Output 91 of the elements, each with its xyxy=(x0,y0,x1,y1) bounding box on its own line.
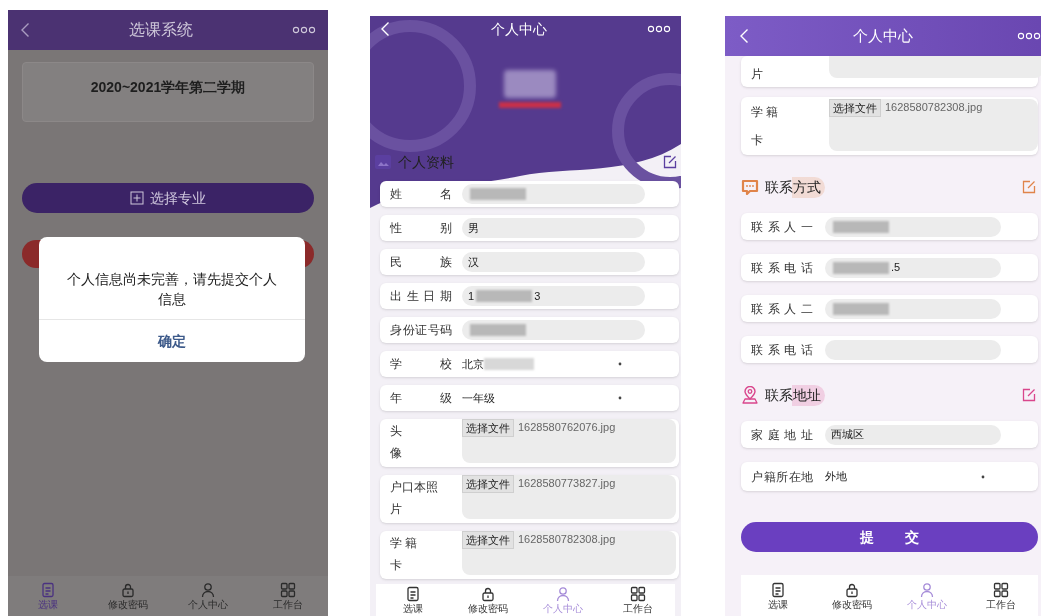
edit-icon[interactable] xyxy=(1022,388,1036,402)
blurred-avatar xyxy=(503,70,556,98)
document-icon xyxy=(405,586,422,602)
confirm-button[interactable]: 确定 xyxy=(39,319,305,362)
term-title: 2020~2021学年第二学期 xyxy=(90,78,246,97)
grid-icon xyxy=(992,581,1009,598)
section-title: 个人资料 xyxy=(398,152,455,172)
section-title: 联系方式 xyxy=(765,176,825,198)
nav-tab[interactable]: 修改密码 xyxy=(450,584,526,616)
dropdown-icon[interactable] xyxy=(981,474,985,479)
file-name: 1628580782308.jpg xyxy=(885,100,983,115)
dropdown-icon[interactable] xyxy=(618,362,622,366)
document-icon xyxy=(40,582,56,598)
field-label: 联系电话 xyxy=(751,341,813,359)
file-field[interactable]: 选择文件 1628580782308.jpg xyxy=(462,531,676,575)
choose-major-button[interactable]: 选择专业 xyxy=(22,183,314,213)
file-name: 1628580782308.jpg xyxy=(518,532,616,547)
field-label: 户口本照 xyxy=(390,479,438,496)
grid-icon xyxy=(629,586,646,602)
input-field[interactable] xyxy=(825,216,1001,237)
dialog-message: 个人信息尚未完善，请先提交个人信息 xyxy=(66,270,278,309)
field-label: 学 校 xyxy=(390,356,452,373)
submit-button[interactable]: 提 交 xyxy=(741,522,1038,552)
screen-title: 选课系统 xyxy=(129,20,193,40)
input-field[interactable]: .5 xyxy=(825,257,1001,278)
file-field[interactable]: 选择文件 1628580782308.jpg xyxy=(829,99,1038,151)
file-field[interactable] xyxy=(829,56,1041,78)
field-label: 头 xyxy=(390,423,402,440)
nav-tab[interactable]: 个人中心 xyxy=(168,576,248,616)
nav-tab[interactable]: 选课 xyxy=(741,575,816,616)
select-field[interactable]: 外地 xyxy=(825,466,985,487)
field-label: 家庭地址 xyxy=(751,426,813,444)
field-label: 民 族 xyxy=(390,254,452,271)
field-label: 联系人一 xyxy=(751,218,813,236)
back-icon[interactable] xyxy=(20,22,30,38)
more-icon[interactable] xyxy=(292,26,316,34)
input-field[interactable]: 男 xyxy=(462,218,645,238)
field-label: 片 xyxy=(390,501,402,518)
field-label: 学 籍 xyxy=(751,104,779,121)
plus-icon xyxy=(130,191,144,205)
nav-tab[interactable]: 修改密码 xyxy=(88,576,168,616)
choose-file-button[interactable]: 选择文件 xyxy=(462,419,514,437)
field-label: 出生日期 xyxy=(390,288,452,305)
lock-icon xyxy=(120,582,136,598)
file-field[interactable]: 选择文件 1628580762076.jpg xyxy=(462,419,676,463)
field-label: 片 xyxy=(751,66,763,83)
select-field[interactable]: 北京 xyxy=(462,354,622,374)
lock-icon xyxy=(844,581,861,598)
lock-icon xyxy=(480,586,497,602)
redaction-mark xyxy=(498,102,561,108)
input-field[interactable] xyxy=(825,298,1001,319)
input-field[interactable]: 西城区 xyxy=(825,424,1001,445)
screen-title: 个人中心 xyxy=(853,25,913,46)
screen-title: 个人中心 xyxy=(490,19,547,39)
person-icon xyxy=(200,582,216,598)
input-field[interactable]: 汉 xyxy=(462,252,645,272)
field-label: 年 级 xyxy=(390,390,452,407)
field-label: 户籍所在地 xyxy=(751,468,813,486)
choose-file-button[interactable]: 选择文件 xyxy=(462,531,514,549)
document-icon xyxy=(770,581,787,598)
more-icon[interactable] xyxy=(647,25,671,33)
dropdown-icon[interactable] xyxy=(618,396,622,400)
more-icon[interactable] xyxy=(1017,32,1041,40)
file-name: 1628580773827.jpg xyxy=(518,476,616,491)
nav-tab[interactable]: 工作台 xyxy=(600,584,675,616)
input-field[interactable] xyxy=(462,184,645,204)
field-label: 联系电话 xyxy=(751,259,813,277)
grid-icon xyxy=(280,582,296,598)
field-label: 卡 xyxy=(390,557,402,574)
choose-file-button[interactable]: 选择文件 xyxy=(829,99,881,117)
field-label: 卡 xyxy=(751,132,763,149)
field-label: 学 籍 xyxy=(390,535,418,552)
field-label: 身份证号码 xyxy=(390,322,452,339)
nav-tab[interactable]: 修改密码 xyxy=(815,575,890,616)
field-label: 联系人二 xyxy=(751,300,813,318)
person-icon xyxy=(918,581,935,598)
field-label: 像 xyxy=(390,445,402,462)
nav-tab[interactable]: 工作台 xyxy=(248,576,328,616)
section-title: 联系地址 xyxy=(765,384,825,406)
input-field[interactable] xyxy=(462,320,645,340)
nav-tab[interactable]: 选课 xyxy=(376,584,451,616)
input-field[interactable]: 1 3 xyxy=(462,286,645,306)
select-field[interactable]: 一年级 xyxy=(462,388,622,408)
person-icon xyxy=(554,586,571,602)
file-name: 1628580762076.jpg xyxy=(518,420,616,435)
nav-tab[interactable]: 工作台 xyxy=(963,575,1038,616)
choose-file-button[interactable]: 选择文件 xyxy=(462,475,514,493)
field-label: 性 别 xyxy=(390,220,452,237)
field-label: 姓 名 xyxy=(390,186,452,203)
edit-icon[interactable] xyxy=(663,155,677,169)
file-field[interactable]: 选择文件 1628580773827.jpg xyxy=(462,475,676,519)
